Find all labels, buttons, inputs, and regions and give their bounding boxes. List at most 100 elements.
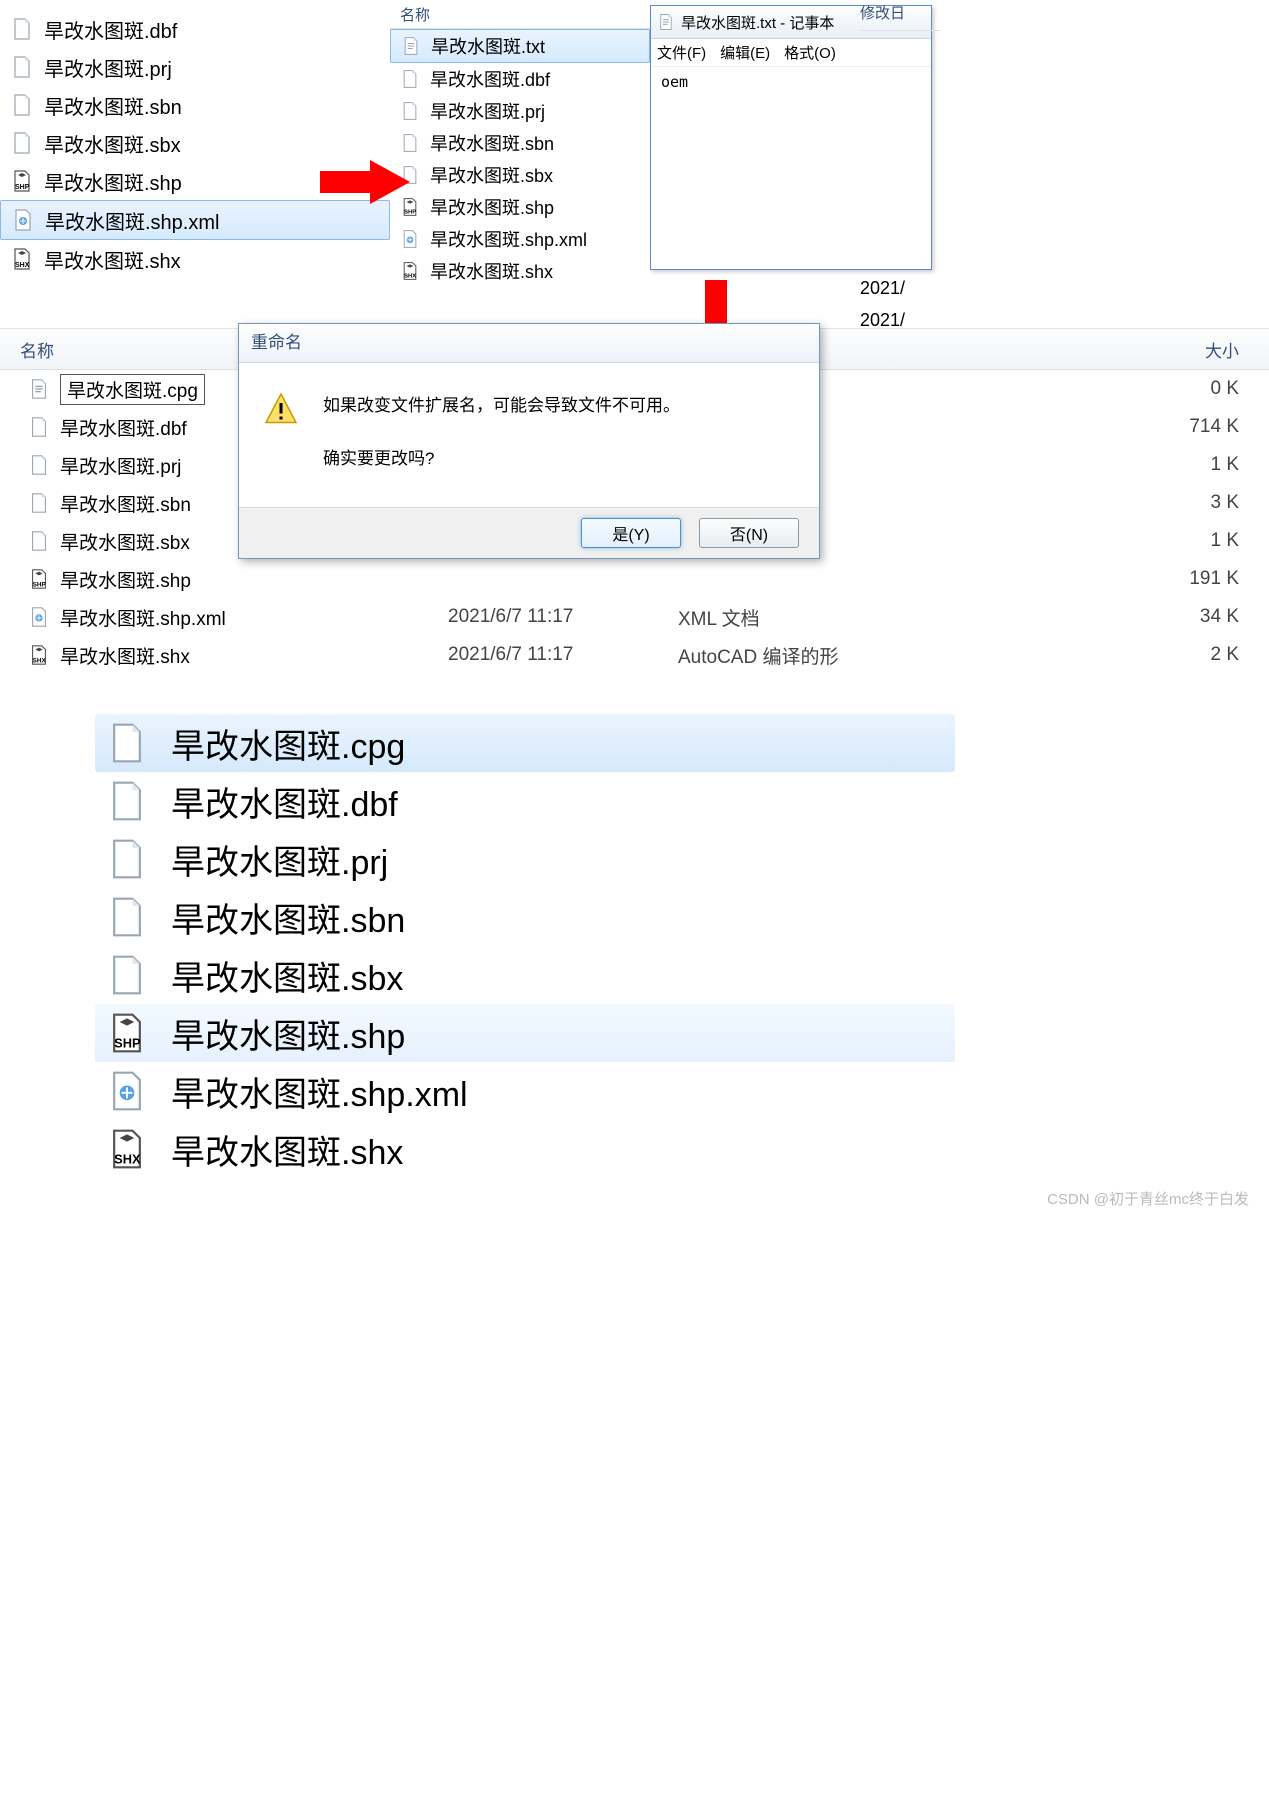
file-size: 2 K xyxy=(888,644,1269,666)
file-icon xyxy=(105,895,149,939)
dialog-message-1: 如果改变文件扩展名，可能会导致文件不可用。 xyxy=(323,391,680,416)
col-date[interactable]: 修改日 xyxy=(860,0,940,31)
file-name: 旱改水图斑.shx xyxy=(44,245,181,274)
menu-edit[interactable]: 编辑(E) xyxy=(720,42,770,63)
yes-button[interactable]: 是(Y) xyxy=(581,518,681,548)
file-icon xyxy=(28,454,50,476)
file-name: 旱改水图斑.shp.xml xyxy=(430,226,587,252)
menu-file[interactable]: 文件(F) xyxy=(657,42,706,63)
file-icon xyxy=(28,416,50,438)
date-value: 2021/ xyxy=(860,278,905,299)
file-name: 旱改水图斑.shx xyxy=(430,258,553,284)
file-name: 旱改水图斑.dbf xyxy=(44,15,177,44)
file-name: 旱改水图斑.sbn xyxy=(44,91,182,120)
file-size: 1 K xyxy=(888,454,1269,476)
list-item[interactable]: 旱改水图斑.sbx xyxy=(95,946,955,1004)
file-icon xyxy=(105,837,149,881)
file-item[interactable]: 旱改水图斑.shp xyxy=(390,191,650,223)
list-item[interactable]: 旱改水图斑.shx xyxy=(95,1120,955,1178)
file-size: 34 K xyxy=(888,606,1269,628)
notepad-title: 旱改水图斑.txt - 记事本 xyxy=(681,12,834,33)
list-item[interactable]: 旱改水图斑.shp.xml xyxy=(95,1062,955,1120)
notepad-content[interactable]: oem xyxy=(651,67,931,269)
shx-icon xyxy=(400,261,420,281)
file-icon xyxy=(28,492,50,514)
file-size: 0 K xyxy=(888,378,1269,400)
txt-icon xyxy=(28,378,50,400)
file-name: 旱改水图斑.sbn xyxy=(171,893,405,942)
file-name: 旱改水图斑.prj xyxy=(60,452,181,479)
file-name: 旱改水图斑.sbx xyxy=(60,528,190,555)
file-name: 旱改水图斑.shp.xml xyxy=(60,604,226,631)
file-icon xyxy=(400,101,420,121)
file-item[interactable]: 旱改水图斑.dbf xyxy=(390,63,650,95)
file-date: 2021/6/7 11:17 xyxy=(448,644,678,666)
file-icon xyxy=(105,721,149,765)
file-icon xyxy=(10,93,34,117)
file-name: 旱改水图斑.sbx xyxy=(430,162,553,188)
file-item[interactable]: 旱改水图斑.sbn xyxy=(0,86,390,124)
menu-format[interactable]: 格式(O) xyxy=(784,42,836,63)
file-item[interactable]: 旱改水图斑.shp.xml xyxy=(390,223,650,255)
file-type: AutoCAD 编译的形 xyxy=(678,642,888,669)
file-item[interactable]: 旱改水图斑.shx xyxy=(390,255,650,287)
list-item[interactable]: 旱改水图斑.dbf xyxy=(95,772,955,830)
file-size: 1 K xyxy=(888,530,1269,552)
file-name: 旱改水图斑.dbf xyxy=(60,414,187,441)
file-item[interactable]: 旱改水图斑.shx xyxy=(0,240,390,278)
file-item[interactable]: 旱改水图斑.sbx xyxy=(390,159,650,191)
file-size: 191 K xyxy=(888,568,1269,590)
file-name: 旱改水图斑.txt xyxy=(431,33,545,59)
warning-icon xyxy=(263,391,299,427)
file-name: 旱改水图斑.shp xyxy=(60,566,191,593)
file-icon xyxy=(400,133,420,153)
file-item[interactable]: 旱改水图斑.sbn xyxy=(390,127,650,159)
file-name: 旱改水图斑.shp.xml xyxy=(45,206,219,235)
file-name: 旱改水图斑.shp.xml xyxy=(171,1067,468,1116)
file-item[interactable]: 旱改水图斑.prj xyxy=(390,95,650,127)
col-size[interactable]: 大小 xyxy=(880,337,1269,362)
file-name: 旱改水图斑.shp xyxy=(430,194,554,220)
file-icon xyxy=(10,55,34,79)
rename-dialog: 重命名 如果改变文件扩展名，可能会导致文件不可用。 确实要更改吗? 是(Y) 否… xyxy=(238,323,820,559)
file-date: 2021/6/7 11:17 xyxy=(448,606,678,628)
file-type: XML 文档 xyxy=(678,604,888,631)
col-name[interactable]: 名称 xyxy=(400,4,430,25)
rename-input[interactable]: 旱改水图斑.cpg xyxy=(60,374,205,405)
file-item[interactable]: 旱改水图斑.txt xyxy=(390,29,650,63)
list-item[interactable]: 旱改水图斑.prj xyxy=(95,830,955,888)
shx-icon xyxy=(10,247,34,271)
file-name: 旱改水图斑.shx xyxy=(171,1125,403,1174)
file-name: 旱改水图斑.dbf xyxy=(171,777,398,826)
xml-icon xyxy=(11,208,35,232)
file-name: 旱改水图斑.sbn xyxy=(430,130,554,156)
file-item[interactable]: 旱改水图斑.prj xyxy=(0,48,390,86)
xml-icon xyxy=(105,1069,149,1113)
no-button[interactable]: 否(N) xyxy=(699,518,799,548)
list-item[interactable]: 旱改水图斑.cpg xyxy=(95,714,955,772)
shp-icon xyxy=(28,568,50,590)
file-icon xyxy=(10,131,34,155)
file-item[interactable]: 旱改水图斑.sbx xyxy=(0,124,390,162)
file-size: 3 K xyxy=(888,492,1269,514)
xml-icon xyxy=(400,229,420,249)
file-item[interactable]: 旱改水图斑.shp.xml xyxy=(0,200,390,240)
xml-icon xyxy=(28,606,50,628)
list-item[interactable]: 旱改水图斑.sbn xyxy=(95,888,955,946)
file-name: 旱改水图斑.cpg xyxy=(171,719,405,768)
shp-icon xyxy=(10,169,34,193)
shp-icon xyxy=(105,1011,149,1055)
file-icon xyxy=(105,779,149,823)
table-row[interactable]: 旱改水图斑.shp 191 K xyxy=(0,560,1269,598)
dialog-message-2: 确实要更改吗? xyxy=(323,444,680,469)
file-name: 旱改水图斑.prj xyxy=(171,835,388,884)
file-name: 旱改水图斑.shp xyxy=(44,167,182,196)
list-item[interactable]: 旱改水图斑.shp xyxy=(95,1004,955,1062)
file-name: 旱改水图斑.prj xyxy=(430,98,545,124)
table-row[interactable]: 旱改水图斑.shp.xml 2021/6/7 11:17XML 文档34 K xyxy=(0,598,1269,636)
file-name: 旱改水图斑.sbx xyxy=(171,951,403,1000)
file-item[interactable]: 旱改水图斑.dbf xyxy=(0,10,390,48)
table-row[interactable]: 旱改水图斑.shx2021/6/7 11:17AutoCAD 编译的形2 K xyxy=(0,636,1269,674)
dialog-title: 重命名 xyxy=(239,324,819,363)
shx-icon xyxy=(28,644,50,666)
